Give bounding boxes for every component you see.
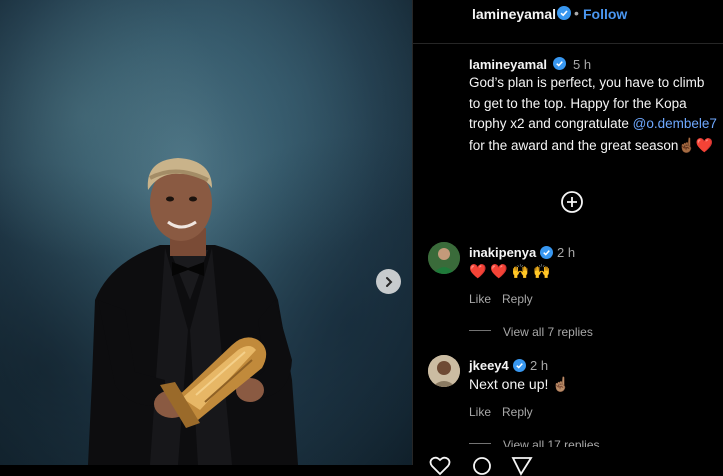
post-photo (0, 0, 412, 465)
reply-button[interactable]: Reply (502, 405, 533, 419)
avatar[interactable] (428, 242, 460, 274)
view-replies-button[interactable]: View all 17 replies (503, 438, 600, 447)
heart-icon[interactable] (429, 456, 451, 476)
chevron-right-icon (385, 276, 392, 287)
mention-link[interactable]: @o.dembele7 (633, 116, 717, 131)
header-separator: • (574, 5, 579, 21)
verified-badge-icon (540, 246, 553, 259)
reply-button[interactable]: Reply (502, 292, 533, 306)
comment-username[interactable]: inakipenya (469, 245, 536, 260)
verified-badge-icon (553, 57, 566, 70)
player-figure-image (88, 158, 298, 465)
view-replies-button[interactable]: View all 7 replies (503, 325, 593, 339)
comment-timestamp[interactable]: 2 h (557, 245, 575, 260)
like-comment-button[interactable]: Like (469, 405, 491, 419)
comment-icon[interactable] (471, 456, 493, 476)
caption-text-after: for the award and the great season (469, 137, 679, 153)
replies-divider (469, 330, 491, 331)
like-comment-button[interactable]: Like (469, 292, 491, 306)
avatar-image (428, 355, 460, 387)
avatar-image (428, 242, 460, 274)
comments-panel: lamineyamal • Follow lamineyamal 5 h God… (413, 0, 723, 476)
replies-divider (469, 443, 491, 444)
comment-text: Next one up! ☝🏽 (469, 376, 570, 392)
caption-text: God’s plan is perfect, you have to climb… (469, 73, 719, 156)
verified-badge-icon (513, 359, 526, 372)
share-icon[interactable] (511, 456, 533, 476)
caption-emojis: ☝🏾❤️ (678, 136, 714, 153)
verified-badge-icon (557, 6, 571, 20)
comment-username[interactable]: jkeey4 (469, 358, 509, 373)
caption-timestamp[interactable]: 5 h (573, 57, 591, 72)
header-username[interactable]: lamineyamal (472, 6, 556, 22)
post-header: lamineyamal • Follow (413, 0, 723, 44)
comment-text: ❤️ ❤️ 🙌 🙌 (469, 263, 551, 279)
follow-button[interactable]: Follow (583, 6, 627, 22)
avatar[interactable] (428, 355, 460, 387)
add-comment-icon[interactable] (561, 191, 583, 213)
comment-timestamp[interactable]: 2 h (530, 358, 548, 373)
next-image-button[interactable] (376, 269, 401, 294)
caption-username[interactable]: lamineyamal (469, 57, 547, 72)
